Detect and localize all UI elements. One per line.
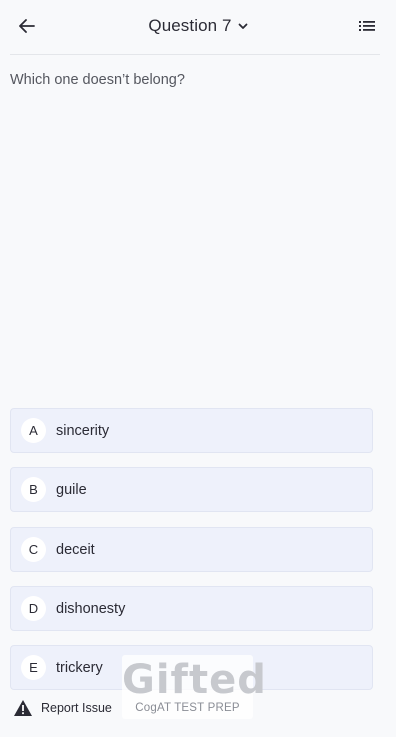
option-letter: C <box>21 537 46 562</box>
question-list-button[interactable] <box>356 14 378 38</box>
option-d[interactable]: D dishonesty <box>10 586 373 631</box>
page-title: Question 7 <box>148 16 232 35</box>
option-label: trickery <box>56 659 103 676</box>
option-letter: D <box>21 596 46 621</box>
chevron-down-icon <box>238 23 248 29</box>
option-label: dishonesty <box>56 600 126 617</box>
option-c[interactable]: C deceit <box>10 527 373 572</box>
option-label: sincerity <box>56 422 110 439</box>
brand-watermark: Gifted CogAT TEST PREP <box>122 655 267 719</box>
list-icon <box>359 21 375 31</box>
header: Question 7 <box>0 0 396 54</box>
warning-icon <box>14 700 32 716</box>
option-letter: B <box>21 477 46 502</box>
brand-subtitle: CogAT TEST PREP <box>135 702 240 714</box>
report-issue-label: Report Issue <box>41 701 112 715</box>
question-text: Which one doesn’t belong? <box>10 72 185 88</box>
question-selector[interactable]: Question 7 <box>0 14 396 38</box>
report-issue-button[interactable]: Report Issue <box>13 697 112 719</box>
brand-logo: Gifted <box>122 657 267 703</box>
option-a[interactable]: A sincerity <box>10 408 373 453</box>
option-label: guile <box>56 481 87 498</box>
option-label: deceit <box>56 541 95 558</box>
option-letter: E <box>21 655 46 680</box>
header-divider <box>10 54 380 55</box>
option-b[interactable]: B guile <box>10 467 373 512</box>
option-letter: A <box>21 418 46 443</box>
